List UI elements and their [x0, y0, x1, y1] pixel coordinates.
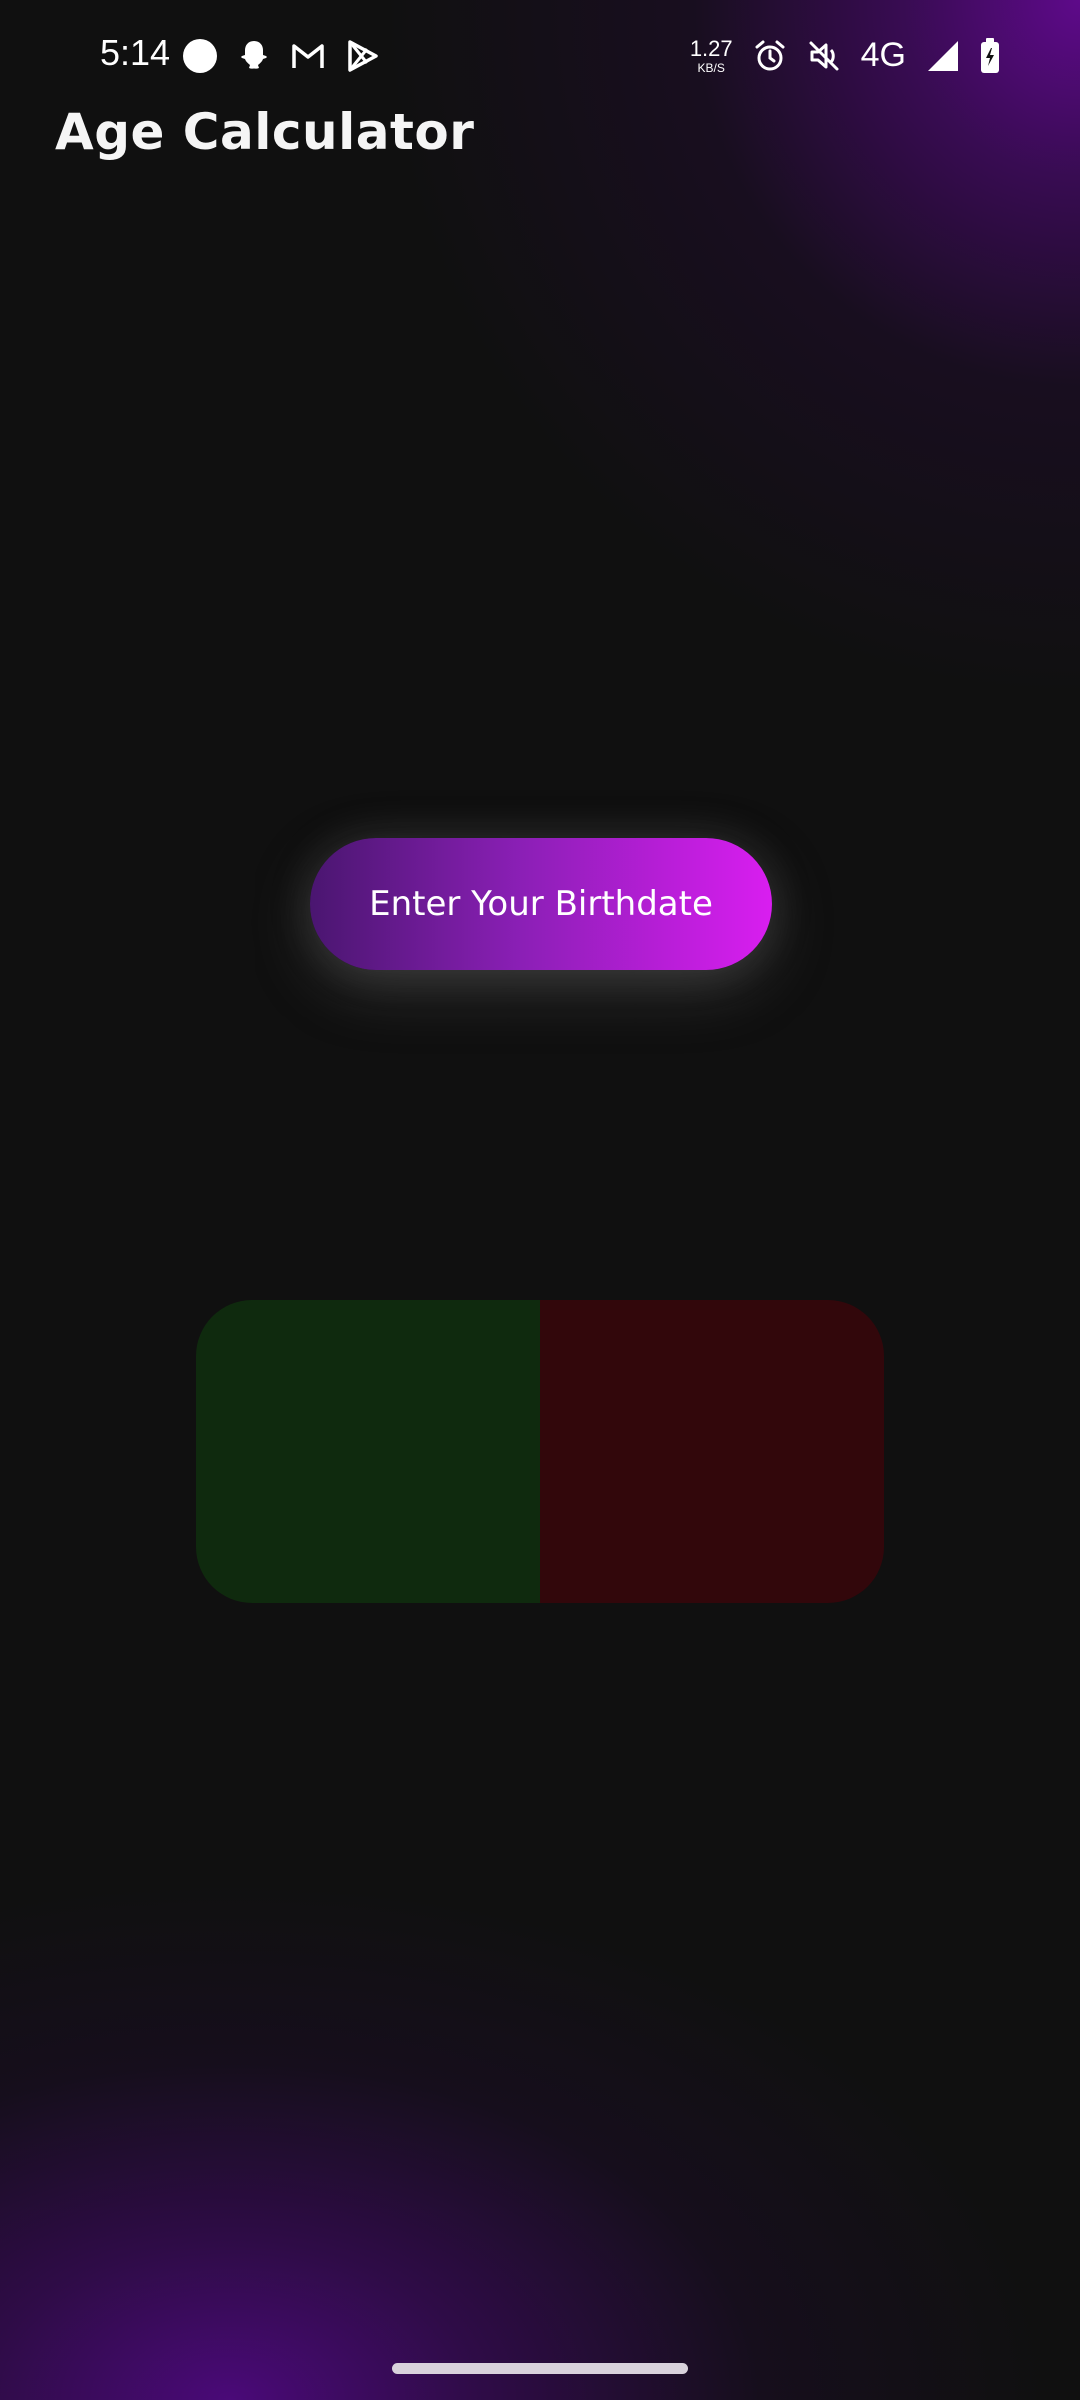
mute-icon: [807, 39, 841, 73]
page-title: Age Calculator: [55, 103, 475, 161]
system-status-icons: 1.27 KB/S 4G: [690, 36, 1000, 75]
network-speed-unit: KB/S: [697, 60, 725, 75]
snapchat-icon: [236, 38, 272, 74]
network-type: 4G: [860, 36, 906, 74]
network-speed: 1.27 KB/S: [689, 35, 733, 75]
status-bar: 5:14 1.27 KB/S 4G: [0, 0, 1080, 115]
result-card-left-panel: [196, 1300, 540, 1603]
enter-birthdate-button[interactable]: Enter Your Birthdate: [310, 838, 772, 970]
network-speed-value: 1.27: [689, 35, 733, 61]
result-card: [196, 1300, 884, 1603]
app-screen: 5:14 1.27 KB/S 4G Age Calculator Enter Y…: [0, 0, 1080, 2400]
status-time: 5:14: [100, 32, 171, 73]
gesture-nav-handle[interactable]: [392, 2363, 688, 2374]
gmail-icon: [290, 38, 326, 74]
notification-icons: [182, 38, 380, 74]
result-card-right-panel: [540, 1300, 884, 1603]
circle-notification-icon: [182, 38, 218, 74]
signal-icon: [926, 39, 960, 73]
battery-charging-icon: [980, 37, 1000, 74]
play-store-icon: [344, 38, 380, 74]
alarm-icon: [753, 39, 787, 73]
